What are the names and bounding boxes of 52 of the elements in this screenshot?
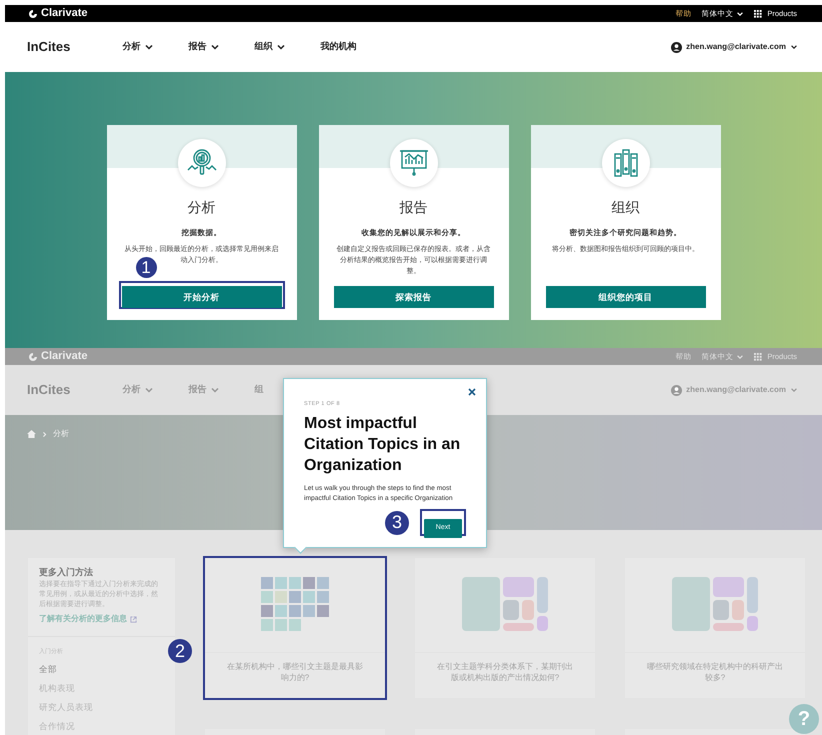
nav-menu[interactable]: 组织 (254, 40, 286, 54)
nav-menu[interactable]: 报告 (188, 383, 220, 397)
panel-title: 更多入门方法 (39, 567, 94, 578)
grid-icon (754, 352, 762, 360)
filter-item[interactable]: 全部 (39, 664, 164, 675)
logo-text[interactable]: Clarivate (41, 348, 88, 365)
nav-menu[interactable]: 组 (254, 383, 264, 397)
breadcrumb-link[interactable]: 分析 (53, 428, 69, 440)
logo-icon (28, 8, 38, 18)
chevron-down-icon (144, 385, 154, 395)
card-button[interactable]: 开始分析 (122, 286, 282, 308)
popover-title: Most impactful Citation Topics in an Organization (304, 414, 462, 476)
card-button[interactable]: 探索报告 (334, 286, 494, 308)
chevron-down-icon (210, 42, 220, 52)
help-button[interactable]: ? (789, 704, 819, 734)
chevron-down-icon (736, 10, 744, 18)
card-caption: 在某所机构中，哪些引文主题是最具影响力的? (226, 661, 364, 683)
card-title: 组织 (612, 198, 640, 217)
brand-name[interactable]: InCites (27, 37, 70, 57)
tile-grid-drawing (261, 577, 329, 633)
learn-more-link[interactable]: 了解有关分析的更多信息 (39, 613, 164, 625)
external-link-icon (130, 616, 137, 622)
callout-number: 3 (385, 510, 409, 535)
card-caption: 哪些研究领域在特定机构中的科研产出较多? (646, 661, 784, 683)
chevron-down-icon (144, 42, 154, 52)
user-icon (671, 384, 682, 396)
grid-icon (754, 10, 762, 18)
user-menu[interactable]: zhen.wang@clarivate.com (671, 384, 798, 396)
logo-text[interactable]: Clarivate (41, 5, 88, 22)
nav-menu[interactable]: 分析 (122, 383, 154, 397)
card-title: 分析 (188, 198, 216, 217)
chevron-down-icon (736, 352, 744, 360)
card-button[interactable]: 组织您的项目 (546, 286, 706, 308)
logo-icon (28, 352, 38, 362)
user-icon (671, 42, 682, 52)
nav-menu[interactable]: 我的机构 (320, 40, 356, 54)
chevron-down-icon (790, 386, 798, 394)
chevron-down-icon (276, 42, 286, 52)
use-case-card[interactable]: 在引文主题学科分类体系下，某期刊出版或机构出版的产出情况如何? (415, 558, 595, 698)
use-case-card[interactable]: 哪些研究领域在特定机构中的科研产出较多? (625, 558, 805, 698)
card-title: 报告 (400, 198, 428, 217)
nav-menu[interactable]: 分析 (122, 40, 154, 54)
chevron-down-icon (210, 385, 220, 395)
close-icon (468, 388, 476, 396)
brand-name[interactable]: InCites (27, 380, 70, 400)
chevron-right-icon (41, 430, 48, 438)
user-menu[interactable]: zhen.wang@clarivate.com (671, 41, 798, 53)
card-caption: 在引文主题学科分类体系下，某期刊出版或机构出版的产出情况如何? (436, 661, 574, 683)
callout-number: 2 (168, 639, 192, 663)
home-icon (27, 430, 36, 438)
nav-menu[interactable]: 报告 (188, 40, 220, 54)
chevron-down-icon (790, 43, 798, 51)
